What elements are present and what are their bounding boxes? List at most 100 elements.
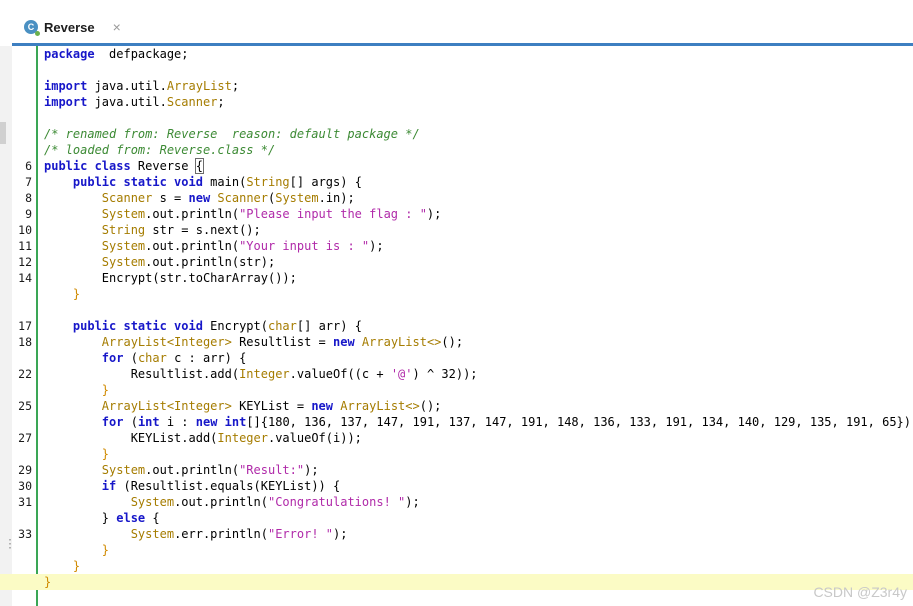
tab-title: Reverse xyxy=(44,19,95,35)
code-line[interactable]: } xyxy=(0,558,913,574)
code-token: ( xyxy=(123,351,138,365)
code-line[interactable]: /* renamed from: Reverse reason: default… xyxy=(0,126,913,142)
code-token: /* loaded from: Reverse.class */ xyxy=(44,143,276,157)
code-line[interactable]: 22 Resultlist.add(Integer.valueOf((c + '… xyxy=(0,366,913,382)
code-line[interactable]: 18 ArrayList<Integer> Resultlist = new A… xyxy=(0,334,913,350)
code-token: ); xyxy=(369,239,384,253)
code-token: i : xyxy=(159,415,196,429)
code-token: KEYList = xyxy=(231,399,312,413)
code-token: } xyxy=(101,543,110,557)
code-token: System xyxy=(275,191,319,205)
code-token: (Resultlist.equals(KEYList)) { xyxy=(116,479,341,493)
code-text: package defpackage; xyxy=(44,46,189,62)
line-number: 7 xyxy=(25,175,32,189)
code-line[interactable]: 11 System.out.println("Your input is : "… xyxy=(0,238,913,254)
code-line[interactable] xyxy=(0,110,913,126)
code-line[interactable]: } xyxy=(0,574,913,590)
line-number: 14 xyxy=(18,271,32,285)
code-line[interactable]: } xyxy=(0,446,913,462)
line-number: 27 xyxy=(18,431,32,445)
code-line[interactable]: for (char c : arr) { xyxy=(0,350,913,366)
code-token: { xyxy=(145,511,160,525)
code-line[interactable]: 7 public static void main(String[] args)… xyxy=(0,174,913,190)
line-number: 22 xyxy=(18,367,32,381)
code-line[interactable]: 31 System.out.println("Congratulations! … xyxy=(0,494,913,510)
code-editor[interactable]: package defpackage; import java.util.Arra… xyxy=(0,46,913,590)
code-line[interactable]: 33 System.err.println("Error! "); xyxy=(0,526,913,542)
code-token: "Result:" xyxy=(239,463,305,477)
tab-reverse[interactable]: C Reverse × xyxy=(16,12,135,42)
code-token: defpackage; xyxy=(94,47,189,61)
code-token: Scanner xyxy=(217,191,268,205)
code-line[interactable]: for (int i : new int[]{180, 136, 137, 14… xyxy=(0,414,913,430)
code-line[interactable]: import java.util.ArrayList; xyxy=(0,78,913,94)
line-number: 33 xyxy=(18,527,32,541)
code-line[interactable]: 29 System.out.println("Result:"); xyxy=(0,462,913,478)
code-token: for xyxy=(101,415,124,429)
close-icon[interactable]: × xyxy=(113,19,121,35)
code-token: ); xyxy=(333,527,348,541)
code-line[interactable]: 14 Encrypt(str.toCharArray()); xyxy=(0,270,913,286)
code-token: { xyxy=(194,158,205,174)
code-token: .out.println( xyxy=(145,463,240,477)
code-token: .in); xyxy=(318,191,355,205)
code-line[interactable]: 10 String str = s.next(); xyxy=(0,222,913,238)
code-line[interactable]: package defpackage; xyxy=(0,46,913,62)
code-token: ( xyxy=(123,415,138,429)
code-line[interactable]: /* loaded from: Reverse.class */ xyxy=(0,142,913,158)
code-token: System xyxy=(101,463,146,477)
code-token: ) ^ 32)); xyxy=(412,367,478,381)
code-token: "Error! " xyxy=(267,527,334,541)
code-token: ArrayList<Integer> xyxy=(101,335,232,349)
code-line[interactable]: 17 public static void Encrypt(char[] arr… xyxy=(0,318,913,334)
code-token: ); xyxy=(304,463,319,477)
code-text: System.out.println("Congratulations! "); xyxy=(44,494,420,510)
code-token: .out.println(str); xyxy=(145,255,276,269)
code-token: } xyxy=(44,511,117,525)
code-line[interactable]: 12 System.out.println(str); xyxy=(0,254,913,270)
line-number: 8 xyxy=(25,191,32,205)
code-line[interactable]: 9 System.out.println("Please input the f… xyxy=(0,206,913,222)
line-number: 10 xyxy=(18,223,32,237)
code-token: Resultlist = xyxy=(231,335,333,349)
code-line[interactable]: } else { xyxy=(0,510,913,526)
code-line[interactable]: 27 KEYList.add(Integer.valueOf(i)); xyxy=(0,430,913,446)
code-token: Reverse xyxy=(130,159,196,173)
code-token: ArrayList<Integer> xyxy=(101,399,232,413)
code-line[interactable]: } xyxy=(0,286,913,302)
code-token: System xyxy=(101,207,146,221)
code-token: Scanner xyxy=(166,95,218,109)
code-line[interactable]: 6 public class Reverse { xyxy=(0,158,913,174)
code-token: Scanner xyxy=(101,191,153,205)
code-token: /* renamed from: Reverse reason: default… xyxy=(44,127,420,141)
code-line[interactable] xyxy=(0,62,913,78)
code-token: public static void xyxy=(72,319,203,333)
code-token: import xyxy=(44,79,88,93)
code-token: ArrayList<> xyxy=(340,399,420,413)
code-line[interactable]: } xyxy=(0,382,913,398)
code-token: } xyxy=(44,575,52,589)
code-token: c : arr) { xyxy=(166,351,247,365)
code-token: for xyxy=(101,351,124,365)
line-number: 9 xyxy=(25,207,32,221)
code-token: } xyxy=(101,383,110,397)
line-number: 17 xyxy=(18,319,32,333)
code-line[interactable]: 25 ArrayList<Integer> KEYList = new Arra… xyxy=(0,398,913,414)
code-token: Encrypt(str.toCharArray()); xyxy=(44,271,297,285)
code-token: String xyxy=(101,223,146,237)
code-text: } xyxy=(44,542,109,558)
code-token: .valueOf((c + xyxy=(289,367,391,381)
code-line[interactable]: } xyxy=(0,542,913,558)
code-line[interactable] xyxy=(0,302,913,318)
code-line[interactable]: import java.util.Scanner; xyxy=(0,94,913,110)
code-token: (); xyxy=(441,335,464,349)
code-token: .err.println( xyxy=(174,527,268,541)
code-text: import java.util.ArrayList; xyxy=(44,78,239,94)
code-line[interactable]: 30 if (Resultlist.equals(KEYList)) { xyxy=(0,478,913,494)
code-line[interactable]: 8 Scanner s = new Scanner(System.in); xyxy=(0,190,913,206)
